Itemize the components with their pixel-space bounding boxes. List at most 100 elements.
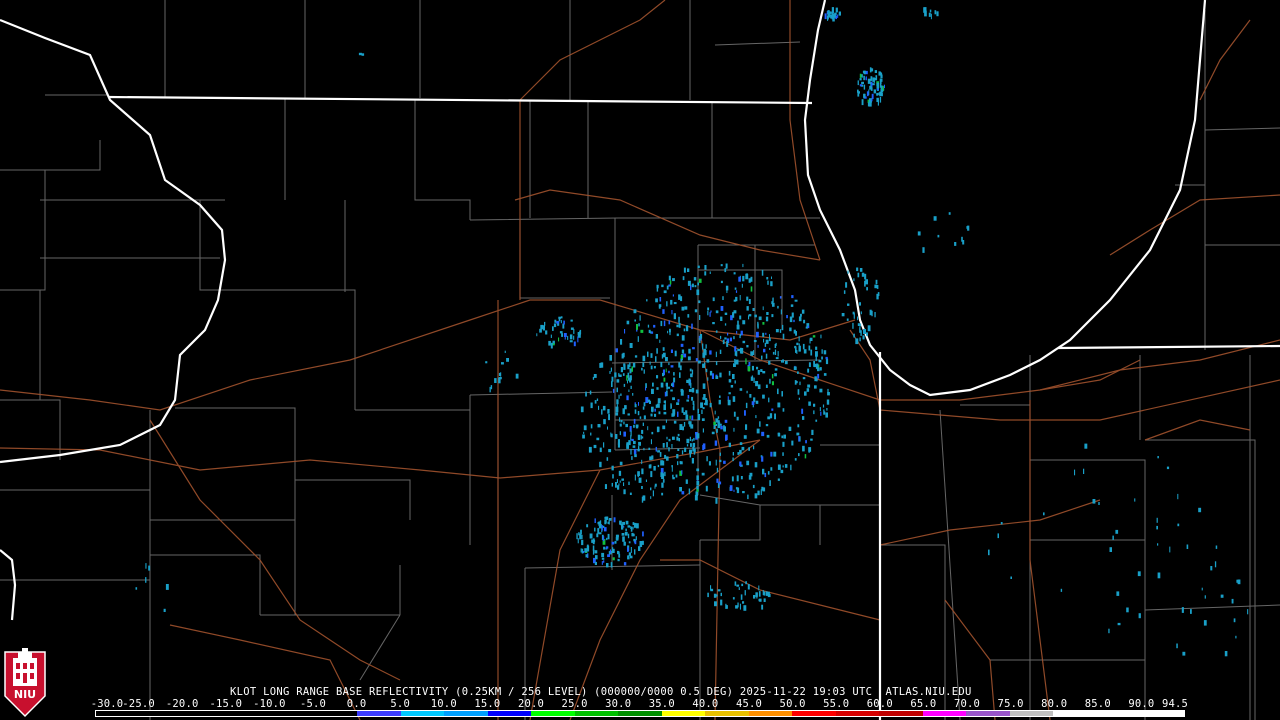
echo-pixel	[1201, 587, 1203, 591]
echo-pixel	[663, 411, 667, 415]
echo-pixel	[679, 424, 683, 430]
echo-pixel	[775, 357, 779, 360]
echo-pixel	[612, 388, 615, 393]
echo-pixel	[880, 92, 883, 97]
echo-pixel	[707, 377, 709, 381]
echo-pixel	[619, 417, 621, 422]
echo-pixel	[876, 92, 879, 96]
echo-pixel	[770, 467, 773, 471]
colorbar-segment	[792, 711, 837, 716]
echo-pixel	[859, 337, 861, 342]
echo-pixel	[720, 316, 723, 321]
echo-pixel	[677, 448, 680, 451]
echo-pixel	[662, 425, 666, 430]
echo-pixel	[642, 531, 644, 537]
echo-pixel	[595, 555, 598, 560]
echo-pixel	[693, 437, 695, 441]
echo-pixel	[739, 449, 742, 454]
echo-pixel	[922, 247, 925, 253]
echo-pixel	[819, 367, 822, 371]
niu-logo-text: NIU	[14, 688, 36, 701]
echo-pixel	[712, 322, 715, 325]
echo-pixel	[682, 426, 684, 431]
echo-pixel	[676, 324, 679, 328]
echo-pixel	[720, 280, 723, 284]
echo-pixel	[608, 449, 612, 453]
echo-pixel	[623, 383, 626, 387]
echo-pixel	[774, 344, 777, 348]
echo-pixel	[774, 349, 777, 355]
echo-pixel	[676, 402, 680, 405]
echo-pixel	[771, 408, 774, 411]
echo-pixel	[768, 397, 770, 403]
echo-pixel	[779, 329, 782, 333]
echo-pixel	[623, 431, 626, 437]
echo-pixel	[664, 471, 666, 477]
echo-pixel	[671, 383, 673, 386]
echo-pixel	[744, 590, 746, 596]
echo-pixel	[702, 383, 706, 389]
echo-pixel	[794, 458, 797, 461]
echo-pixel	[1176, 643, 1178, 649]
echo-pixel	[692, 400, 695, 405]
echo-pixel	[874, 70, 877, 73]
echo-pixel	[782, 441, 785, 447]
echo-pixel	[866, 287, 868, 291]
echo-pixel	[741, 446, 745, 451]
echo-pixel	[755, 400, 759, 404]
colorbar-segment	[357, 711, 402, 716]
echo-pixel	[1210, 566, 1213, 571]
echo-pixel	[685, 414, 689, 420]
echo-pixel	[664, 454, 667, 459]
colorbar-tick-label: 25.0	[561, 698, 588, 710]
echo-pixel	[639, 416, 642, 419]
echo-pixel	[797, 424, 800, 428]
echo-pixel	[739, 295, 741, 301]
echo-pixel	[630, 430, 632, 437]
echo-pixel	[878, 92, 881, 96]
echo-pixel	[641, 496, 644, 503]
echo-pixel	[506, 358, 509, 362]
echo-pixel	[504, 350, 506, 353]
echo-pixel	[814, 385, 817, 389]
echo-pixel	[616, 479, 618, 483]
echo-pixel	[615, 482, 617, 488]
colorbar-tick-label: -30.0	[90, 698, 124, 710]
echo-pixel	[633, 309, 637, 314]
echo-pixel	[765, 316, 769, 322]
echo-pixel	[794, 380, 797, 385]
echo-pixel	[647, 426, 649, 431]
echo-pixel	[852, 322, 854, 329]
echo-pixel	[853, 278, 855, 282]
echo-pixel	[846, 318, 849, 321]
echo-pixel	[643, 415, 646, 420]
echo-pixel	[827, 392, 830, 396]
echo-pixel	[1169, 546, 1171, 553]
echo-pixel	[620, 393, 622, 396]
echo-pixel	[1126, 607, 1129, 613]
echo-pixel	[728, 442, 731, 448]
echo-pixel	[682, 276, 685, 281]
echo-pixel	[614, 372, 617, 378]
echo-pixel	[703, 394, 706, 400]
colorbar-segment	[705, 711, 750, 716]
echo-pixel	[732, 311, 735, 318]
echo-pixel	[501, 362, 504, 365]
echo-pixel	[762, 394, 765, 399]
echo-pixel	[835, 7, 838, 13]
echo-pixel	[681, 306, 685, 311]
echo-pixel	[720, 335, 722, 339]
echo-pixel	[601, 525, 603, 531]
echo-pixel	[707, 592, 709, 598]
echo-pixel	[789, 316, 793, 323]
echo-pixel	[638, 441, 641, 446]
echo-pixel	[883, 84, 885, 88]
echo-pixel	[702, 343, 704, 350]
echo-pixel	[741, 283, 743, 288]
echo-pixel	[673, 377, 676, 383]
echo-pixel	[679, 487, 682, 492]
echo-pixel	[679, 461, 683, 465]
echo-pixel	[731, 476, 734, 482]
echo-pixel	[864, 96, 867, 99]
echo-pixel	[1235, 635, 1237, 639]
